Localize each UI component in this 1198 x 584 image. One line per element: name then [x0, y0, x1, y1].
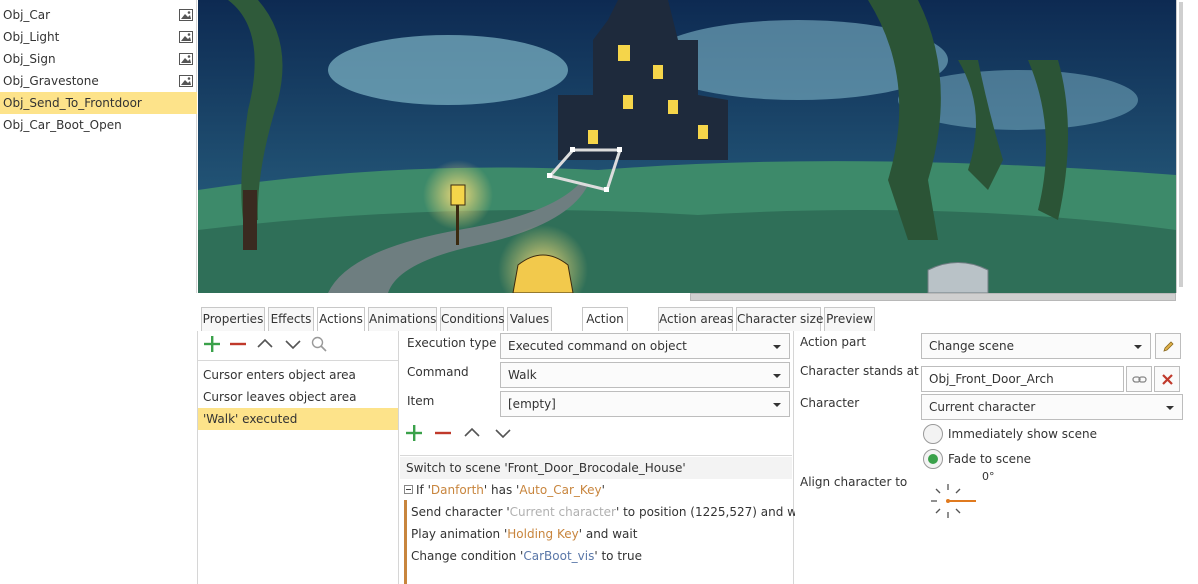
tab-conditions[interactable]: Conditions	[440, 307, 505, 331]
action-pane: Execution type Executed command on objec…	[400, 331, 812, 584]
tab-action-areas[interactable]: Action areas	[658, 307, 733, 331]
item-dropdown[interactable]: [empty]	[500, 391, 790, 417]
object-item-light[interactable]: Obj_Light	[0, 26, 197, 48]
tab-action[interactable]: Action	[582, 307, 628, 331]
tab-actions[interactable]: Actions	[317, 307, 365, 331]
chevron-down-icon	[773, 403, 781, 407]
event-item-cursor-enters[interactable]: Cursor enters object area	[198, 364, 398, 386]
action-part-label: Action part	[800, 335, 867, 349]
object-item-car[interactable]: Obj_Car	[0, 4, 197, 26]
collapse-icon[interactable]	[404, 485, 413, 494]
move-down-icon[interactable]	[283, 334, 303, 354]
character-stands-at-field[interactable]: Obj_Front_Door_Arch	[921, 366, 1124, 392]
remove-icon[interactable]	[228, 334, 248, 354]
tab-character-size[interactable]: Character size	[736, 307, 823, 331]
action-list: Switch to scene 'Front_Door_Brocodale_Ho…	[400, 455, 812, 584]
chevron-down-icon	[1134, 345, 1142, 349]
object-item-gravestone[interactable]: Obj_Gravestone	[0, 70, 197, 92]
object-item-send-to-frontdoor[interactable]: Obj_Send_To_Frontdoor	[0, 92, 197, 114]
pencil-icon	[1163, 341, 1174, 352]
action-row-change-condition[interactable]: Change condition 'CarBoot_vis' to true	[400, 545, 792, 567]
action-row-play-animation[interactable]: Play animation 'Holding Key' and wait	[400, 523, 792, 545]
item-label: Item	[407, 394, 435, 408]
divider	[198, 360, 398, 361]
command-label: Command	[407, 365, 469, 379]
scrollbar-thumb[interactable]	[1179, 2, 1183, 287]
immediately-show-scene-radio[interactable]	[923, 424, 943, 444]
character-stands-at-label: Character stands at	[800, 364, 919, 378]
block-indent-bar	[404, 500, 407, 584]
action-part-pane: Action part Change scene Character stand…	[795, 331, 1198, 584]
action-row-switch-scene[interactable]: Switch to scene 'Front_Door_Brocodale_Ho…	[400, 457, 792, 479]
tab-properties[interactable]: Properties	[201, 307, 265, 331]
remove-icon[interactable]	[433, 423, 453, 443]
chevron-down-icon	[1166, 406, 1174, 410]
event-item-walk-executed[interactable]: 'Walk' executed	[198, 408, 398, 430]
tab-animations[interactable]: Animations	[368, 307, 437, 331]
move-down-icon[interactable]	[493, 423, 513, 443]
scene-background-image	[198, 0, 1176, 293]
action-part-dropdown[interactable]: Change scene	[921, 333, 1151, 359]
object-item-car-boot-open[interactable]: Obj_Car_Boot_Open	[0, 114, 197, 136]
align-character-label: Align character to	[800, 475, 908, 489]
move-up-icon[interactable]	[255, 334, 275, 354]
scene-vertical-scrollbar[interactable]	[1176, 0, 1198, 293]
move-up-icon[interactable]	[462, 423, 482, 443]
action-row-send-character[interactable]: Send character 'Current character' to po…	[400, 501, 812, 523]
immediately-show-scene-label: Immediately show scene	[948, 427, 1097, 441]
search-icon[interactable]	[309, 334, 329, 354]
align-angle-value: 0°	[982, 470, 995, 483]
character-dropdown[interactable]: Current character	[921, 394, 1183, 420]
tab-preview[interactable]: Preview	[824, 307, 875, 331]
image-icon	[179, 53, 193, 65]
object-list: Obj_Car Obj_Light Obj_Sign Obj_Graveston…	[0, 0, 197, 293]
chevron-down-icon	[773, 374, 781, 378]
command-dropdown[interactable]: Walk	[500, 362, 790, 388]
image-icon	[179, 9, 193, 21]
direction-dial-icon[interactable]	[928, 481, 978, 521]
events-pane: Cursor enters object area Cursor leaves …	[197, 331, 399, 584]
link-button[interactable]	[1126, 366, 1152, 392]
add-icon[interactable]	[202, 334, 222, 354]
tab-values[interactable]: Values	[507, 307, 552, 331]
scene-horizontal-scrollbar[interactable]	[690, 293, 1176, 301]
image-icon	[179, 75, 193, 87]
execution-type-label: Execution type	[407, 336, 497, 350]
execution-type-dropdown[interactable]: Executed command on object	[500, 333, 790, 359]
object-item-sign[interactable]: Obj_Sign	[0, 48, 197, 70]
scene-canvas[interactable]	[198, 0, 1176, 293]
character-label: Character	[800, 396, 860, 410]
chevron-down-icon	[773, 345, 781, 349]
tab-effects[interactable]: Effects	[268, 307, 314, 331]
close-icon	[1162, 374, 1173, 385]
fade-to-scene-label: Fade to scene	[948, 452, 1032, 466]
action-row-if[interactable]: If 'Danforth' has 'Auto_Car_Key'	[400, 479, 792, 501]
clear-button[interactable]	[1154, 366, 1180, 392]
event-item-cursor-leaves[interactable]: Cursor leaves object area	[198, 386, 398, 408]
add-icon[interactable]	[404, 423, 424, 443]
fade-to-scene-radio[interactable]	[923, 449, 943, 469]
link-icon	[1132, 376, 1147, 383]
tab-bar: Properties Effects Actions Animations Co…	[0, 301, 1198, 331]
edit-button[interactable]	[1155, 333, 1181, 359]
image-icon	[179, 31, 193, 43]
